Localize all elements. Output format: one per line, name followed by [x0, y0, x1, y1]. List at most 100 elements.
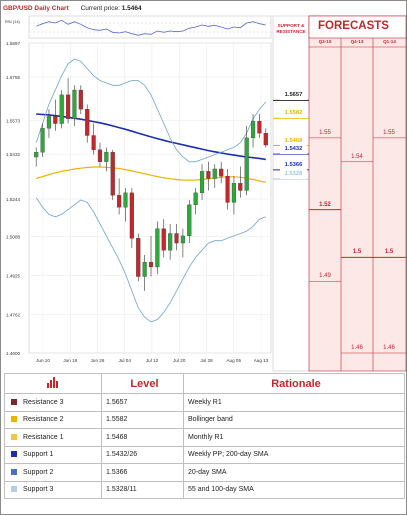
level-name-cell: Resistance 2 — [4, 410, 102, 429]
level-name: Resistance 2 — [23, 416, 64, 424]
level-value-cell: 1.5328/11 — [101, 480, 184, 499]
candle-body — [174, 233, 179, 244]
level-name-cell: Resistance 1 — [4, 428, 102, 447]
level-name-cell: Resistance 3 — [4, 393, 102, 412]
table-header-rationale: Rationale — [183, 373, 405, 394]
level-name-cell: Support 3 — [4, 480, 102, 499]
color-swatch-icon — [11, 398, 17, 405]
x-tick-label: Jul 04 — [119, 358, 132, 363]
forecast-column-label: Q4-13 — [350, 39, 364, 44]
level-name: Support 3 — [23, 486, 54, 494]
y-tick-label: 1.4925 — [6, 273, 20, 278]
candle-body — [129, 192, 134, 239]
table-body: Resistance 3 1.5657 Weekly R1 Resistance 2 1… — [4, 393, 405, 499]
color-swatch-icon — [11, 433, 17, 440]
candle-body — [244, 137, 249, 191]
candle-body — [91, 135, 96, 150]
table-row: Support 1 1.5432/26 Weekly PP; 200-day SMA — [4, 445, 405, 464]
table-row: Support 2 1.5366 20-day SMA — [4, 463, 405, 482]
forecast-value: 1.55 — [319, 129, 331, 136]
table-header-icon-cell — [4, 373, 102, 394]
level-value-box: 1.5366 — [280, 160, 307, 170]
table-row: Resistance 3 1.5657 Weekly R1 — [4, 393, 405, 412]
y-tick-label: 1.5573 — [6, 118, 20, 123]
x-tick-label: Jul 20 — [173, 358, 186, 363]
candle-body — [219, 168, 224, 177]
candle-body — [148, 262, 154, 268]
candle-body — [155, 228, 160, 268]
table-row: Support 3 1.5328/11 55 and 100-day SMA — [4, 480, 405, 499]
candle-body — [142, 262, 147, 277]
level-value-box: 1.5582 — [280, 109, 307, 119]
rationale-cell: Bollinger band — [183, 410, 405, 429]
x-tick-label: Jul 28 — [200, 358, 213, 363]
forecast-column-label: Q1-14 — [383, 39, 396, 44]
candle-body — [161, 228, 166, 251]
level-name: Resistance 1 — [23, 433, 64, 441]
level-value-box: 1.5328 — [280, 169, 307, 179]
y-tick-label: 1.5432 — [6, 152, 20, 157]
candle-body — [212, 168, 217, 179]
candle-body — [225, 175, 230, 203]
forecast-value: 1.54 — [351, 153, 363, 160]
y-tick-label: 1.4600 — [6, 351, 20, 356]
forecast-value: 1.46 — [351, 345, 363, 351]
y-tick-label: 1.5897 — [6, 41, 20, 46]
chart-frame: GBP/USD Daily Chart Current price: 1.546… — [0, 0, 407, 515]
rsi-label: RSI (14) — [5, 19, 21, 24]
candle-body — [123, 192, 128, 208]
forecast-value: 1.55 — [383, 129, 395, 136]
level-value-cell: 1.5582 — [101, 410, 184, 429]
color-swatch-icon — [11, 451, 17, 458]
color-swatch-icon — [11, 468, 17, 475]
level-value-cell: 1.5468 — [101, 428, 184, 447]
level-name: Support 2 — [23, 468, 54, 476]
candle-body — [72, 89, 77, 119]
price-chart: RSI (14) 1.5897 1.5755 1.5573 1.5432 1.5244 1.… — [5, 15, 407, 372]
x-tick-label: Jun 10 — [36, 358, 50, 363]
levels-table: Level Rationale Resistance 3 1.5657 Weekly… — [4, 373, 405, 499]
forecast-value: 1.5 — [352, 249, 362, 256]
level-name: Support 1 — [23, 451, 54, 459]
candle-body — [193, 192, 198, 205]
y-tick-label: 1.4762 — [6, 312, 20, 317]
table-row: Resistance 2 1.5582 Bollinger band — [4, 410, 405, 429]
candle-body — [238, 183, 243, 191]
level-value-cell: 1.5432/26 — [101, 445, 184, 464]
candle-body — [180, 235, 185, 244]
color-swatch-icon — [11, 486, 17, 493]
forecast-panel — [308, 15, 407, 372]
candle-body — [263, 132, 268, 146]
forecast-value: 1.52 — [319, 201, 331, 208]
candle-body — [168, 233, 173, 251]
candle-body — [78, 89, 83, 110]
candle-body — [231, 183, 236, 203]
level-name-cell: Support 1 — [4, 445, 102, 464]
candle-body — [110, 152, 115, 196]
candle-body — [257, 121, 262, 134]
rationale-cell: Monthly R1 — [183, 428, 405, 447]
forecast-value: 1.5 — [384, 249, 394, 256]
candle-body — [117, 195, 122, 208]
forecast-value: 1.49 — [319, 273, 331, 280]
candle-body — [85, 109, 90, 136]
candle-body — [34, 152, 39, 158]
candle-body — [53, 116, 58, 124]
level-value-box: 1.5432 — [280, 145, 307, 155]
candle-body — [187, 204, 192, 237]
candle-body — [40, 128, 45, 153]
rationale-cell: Weekly PP; 200-day SMA — [183, 445, 405, 464]
candle-body — [66, 94, 71, 119]
candle-body — [59, 94, 64, 124]
forecasts-title: FORECASTS — [318, 20, 389, 32]
rationale-cell: 55 and 100-day SMA — [183, 480, 405, 499]
rationale-cell: 20-day SMA — [183, 463, 405, 482]
candle-body — [206, 171, 211, 179]
sr-column — [272, 15, 310, 372]
candle-body — [250, 121, 256, 139]
candle-body — [97, 149, 103, 162]
y-tick-label: 1.5244 — [6, 197, 20, 202]
x-tick-label: Aug 13 — [254, 358, 269, 363]
candle-body — [104, 152, 109, 162]
rationale-cell: Weekly R1 — [183, 393, 405, 412]
